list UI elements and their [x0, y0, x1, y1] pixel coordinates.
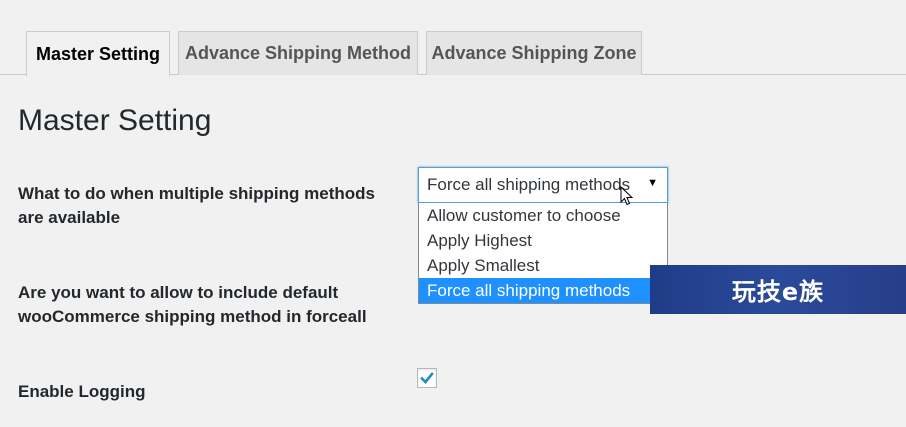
tab-advance-shipping-zone[interactable]: Advance Shipping Zone [426, 31, 642, 75]
option-apply-smallest[interactable]: Apply Smallest [419, 253, 667, 278]
tab-master-setting[interactable]: Master Setting [26, 31, 170, 76]
enable-logging-label: Enable Logging [18, 382, 146, 401]
watermark-text: 玩技e族 [731, 278, 825, 306]
page-title: Master Setting [18, 104, 212, 137]
watermark-logo: 玩技e族 [650, 265, 906, 314]
triangle-down-icon: ▼ [647, 177, 658, 189]
enable-logging-checkbox[interactable] [417, 368, 437, 388]
tab-label: Advance Shipping Method [184, 43, 411, 63]
multiple-methods-dropdown: Allow customer to choose Apply Highest A… [418, 203, 668, 304]
tab-advance-shipping-method[interactable]: Advance Shipping Method [178, 31, 418, 75]
tab-label: Master Setting [35, 43, 161, 64]
settings-page: Master Setting Advance Shipping Method A… [0, 0, 906, 427]
include-default-label: Are you want to allow to include default… [18, 283, 367, 326]
checkmark-icon [420, 372, 434, 384]
tab-bar: Master Setting Advance Shipping Method A… [0, 0, 906, 76]
multiple-methods-label: What to do when multiple shipping method… [18, 184, 375, 227]
option-force-all[interactable]: Force all shipping methods [419, 278, 667, 303]
option-allow-customer[interactable]: Allow customer to choose [419, 203, 667, 228]
tab-label: Advance Shipping Zone [431, 43, 637, 63]
option-apply-highest[interactable]: Apply Highest [419, 228, 667, 253]
select-value: Force all shipping methods [427, 175, 631, 194]
arrow-pointer-icon [620, 186, 634, 206]
